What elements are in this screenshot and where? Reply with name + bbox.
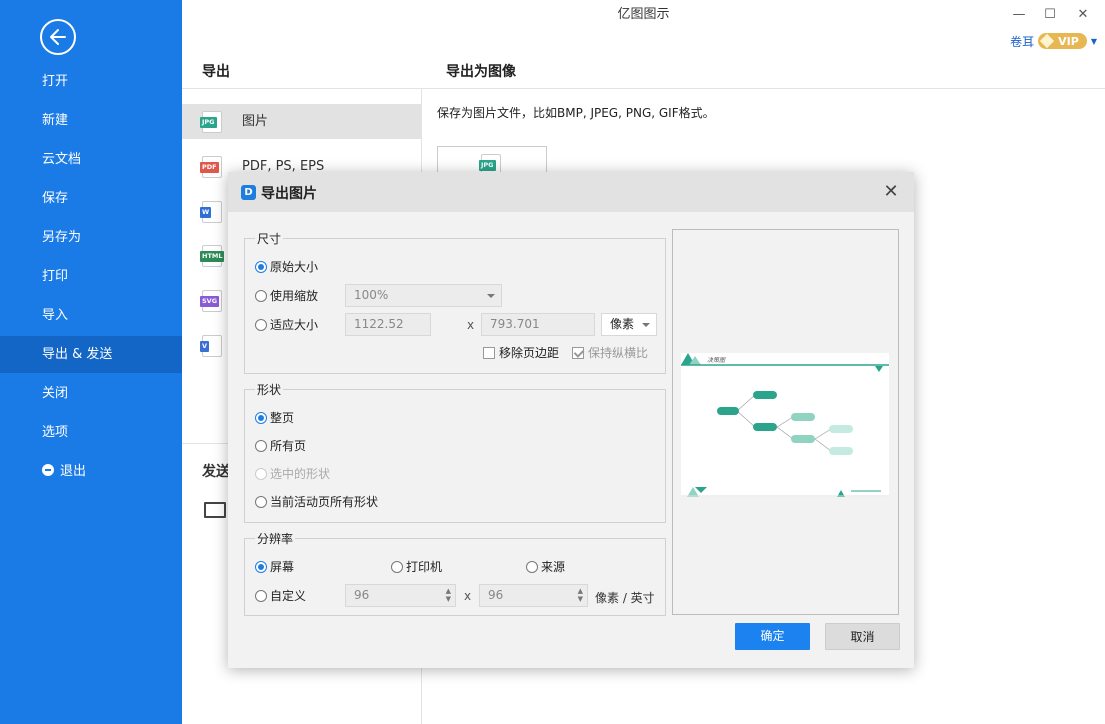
dpi-x-label: x (464, 589, 472, 603)
svg-file-icon: SVG (200, 290, 222, 312)
fit-size-radio[interactable]: 适应大小 (255, 315, 318, 335)
exit-icon (42, 464, 54, 476)
preview-title: 决策图 (707, 356, 726, 364)
export-image-heading: 导出为图像 (446, 64, 516, 80)
export-image-description: 保存为图片文件，比如BMP, JPEG, PNG, GIF格式。 (437, 106, 715, 120)
screen-radio[interactable]: 屏幕 (255, 557, 294, 577)
sidebar-item-print[interactable]: 打印 (0, 258, 182, 295)
html-file-icon: HTML (200, 245, 225, 267)
app-title: 亿图图示 (617, 7, 670, 22)
resolution-legend: 分辨率 (255, 530, 296, 547)
sidebar-item-exit[interactable]: 退出 (0, 453, 182, 490)
size-legend: 尺寸 (255, 230, 284, 247)
keep-ratio-checkbox[interactable]: 保持纵横比 (572, 345, 648, 361)
height-input[interactable]: 793.701 (481, 313, 595, 336)
stepper-arrows-icon[interactable]: ▲ ▼ (446, 587, 451, 603)
printer-radio[interactable]: 打印机 (391, 557, 442, 577)
sidebar-item-open[interactable]: 打开 (0, 63, 182, 100)
visio-file-icon: V (200, 335, 222, 357)
format-item-image[interactable]: JPG 图片 (182, 104, 421, 139)
stepper-arrows-icon[interactable]: ▲ ▼ (578, 587, 583, 603)
dpi-y-stepper[interactable]: 96 ▲ ▼ (479, 584, 588, 607)
preview-page: 决策图 (681, 353, 889, 497)
export-heading: 导出 (202, 64, 230, 80)
user-name[interactable]: 卷耳 (1010, 33, 1034, 50)
source-radio[interactable]: 来源 (526, 557, 565, 577)
sidebar-item-import[interactable]: 导入 (0, 297, 182, 334)
dpi-x-stepper[interactable]: 96 ▲ ▼ (345, 584, 456, 607)
dialog-title: 导出图片 (261, 186, 317, 202)
selected-shapes-radio[interactable]: 选中的形状 (255, 464, 330, 484)
sidebar-item-options[interactable]: 选项 (0, 414, 182, 451)
sidebar-item-cloud-docs[interactable]: 云文档 (0, 141, 182, 178)
size-group: 尺寸 原始大小 使用缩放 100% 适应大小 1122.52 x 793.701… (244, 230, 666, 374)
sidebar-item-new[interactable]: 新建 (0, 102, 182, 139)
active-page-shapes-radio[interactable]: 当前活动页所有形状 (255, 492, 378, 512)
word-file-icon: W (200, 201, 222, 223)
ok-button[interactable]: 确定 (735, 623, 810, 650)
decision-tree-thumbnail: 决策图 (681, 353, 889, 497)
sidebar-item-export-send[interactable]: 导出 & 发送 (0, 336, 182, 373)
dialog-titlebar: D 导出图片 ✕ (228, 172, 914, 212)
shape-legend: 形状 (255, 381, 284, 398)
export-image-dialog: D 导出图片 ✕ 尺寸 原始大小 使用缩放 100% 适应大小 1122.52 … (228, 172, 914, 668)
cancel-button[interactable]: 取消 (825, 623, 900, 650)
remove-margin-checkbox[interactable]: 移除页边距 (483, 345, 559, 361)
minimize-icon[interactable]: — (1009, 5, 1029, 25)
original-size-radio[interactable]: 原始大小 (255, 257, 318, 277)
mail-icon[interactable] (204, 502, 226, 518)
preview-pane: 决策图 (672, 229, 899, 615)
sidebar-item-close[interactable]: 关闭 (0, 375, 182, 412)
use-scale-radio[interactable]: 使用缩放 (255, 286, 318, 306)
pdf-file-icon: PDF (200, 156, 222, 178)
sidebar-item-save-as[interactable]: 另存为 (0, 219, 182, 256)
width-input[interactable]: 1122.52 (345, 313, 431, 336)
sidebar: 打开 新建 云文档 保存 另存为 打印 导入 导出 & 发送 关闭 选项 退出 (0, 0, 182, 724)
scale-select[interactable]: 100% (345, 284, 502, 307)
close-icon[interactable]: ✕ (1073, 5, 1093, 25)
jpg-file-icon: JPG (200, 111, 222, 133)
edraw-logo-icon: D (241, 185, 256, 200)
maximize-icon[interactable]: ☐ (1040, 5, 1060, 25)
whole-page-radio[interactable]: 整页 (255, 408, 294, 428)
shape-group: 形状 整页 所有页 选中的形状 当前活动页所有形状 (244, 381, 666, 523)
chevron-down-icon[interactable]: ▼ (1091, 37, 1097, 46)
send-heading: 发送 (202, 464, 230, 480)
user-area[interactable]: 卷耳 VIP ▼ (1010, 32, 1097, 50)
dpi-unit-label: 像素 / 英寸 (595, 591, 655, 605)
diamond-icon (1040, 33, 1055, 49)
sidebar-item-save[interactable]: 保存 (0, 180, 182, 217)
dialog-close-icon[interactable]: ✕ (880, 181, 902, 203)
all-pages-radio[interactable]: 所有页 (255, 436, 306, 456)
resolution-group: 分辨率 屏幕 打印机 来源 自定义 96 ▲ ▼ x 96 ▲ ▼ 像素 / 英寸 (244, 530, 666, 616)
unit-select[interactable]: 像素 (601, 313, 657, 336)
header-divider (182, 88, 1105, 89)
back-arrow-icon[interactable] (40, 19, 76, 55)
custom-radio[interactable]: 自定义 (255, 586, 306, 606)
size-x-label: x (467, 318, 475, 332)
vip-badge[interactable]: VIP (1038, 33, 1087, 49)
